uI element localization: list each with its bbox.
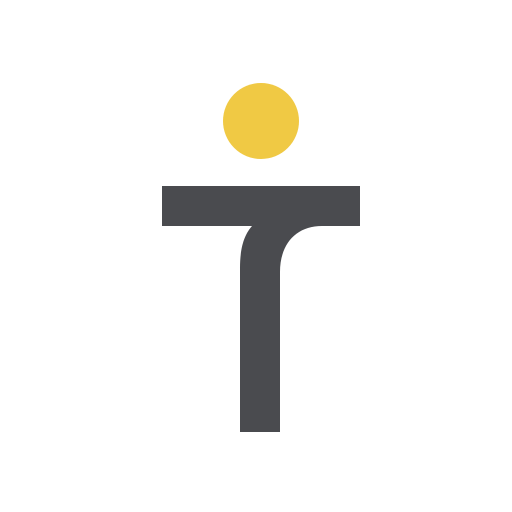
logo-letter-t bbox=[162, 186, 360, 432]
logo-dot bbox=[223, 83, 299, 159]
t-letter-logo-icon bbox=[162, 83, 360, 432]
app-icon-canvas bbox=[0, 0, 512, 512]
